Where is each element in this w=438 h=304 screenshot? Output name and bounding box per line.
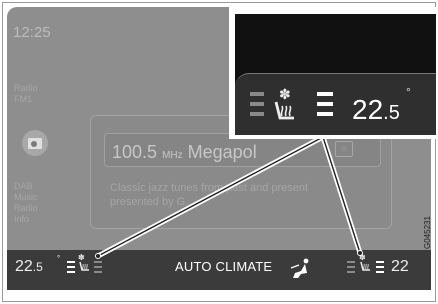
zoom-temp-decimal: .5	[383, 102, 400, 124]
zoom-temperature[interactable]: 22.5	[352, 94, 400, 126]
zoom-temp-whole: 22	[352, 94, 384, 125]
zoom-degree: °	[406, 85, 411, 99]
zoom-seat-heat-right-bars	[317, 92, 333, 122]
zoom-seat-heat-left-bars	[250, 92, 264, 122]
zoom-callout-panel	[235, 73, 436, 135]
zoom-seat-heat-icon[interactable]	[272, 100, 298, 126]
